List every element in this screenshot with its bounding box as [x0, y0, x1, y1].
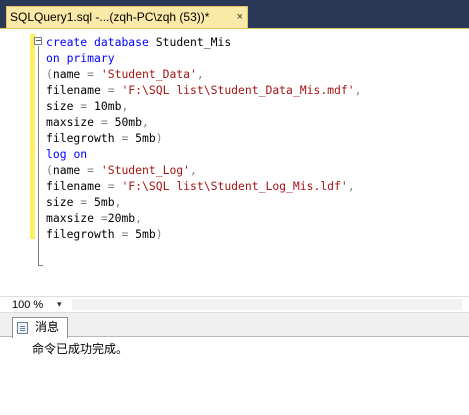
- code-token: filegrowth: [46, 227, 122, 241]
- code-token: ): [155, 131, 163, 145]
- code-token: filegrowth: [46, 131, 122, 145]
- code-token: primary: [66, 51, 115, 65]
- code-token: name: [52, 67, 88, 81]
- code-token: (: [46, 163, 53, 177]
- code-token: filename: [46, 83, 108, 97]
- change-tracking-bar: [30, 34, 35, 239]
- code-line[interactable]: create database Student_Mis: [46, 34, 466, 50]
- code-token: =: [100, 211, 108, 225]
- code-token: 5mb: [128, 131, 156, 145]
- close-icon[interactable]: ×: [237, 7, 243, 28]
- code-token: log: [46, 147, 67, 161]
- code-token: ,: [121, 99, 129, 113]
- code-token: 20mb: [107, 211, 136, 225]
- code-token: 'F:\SQL list\Student_Data_Mis.mdf': [121, 83, 355, 97]
- code-token: =: [107, 83, 115, 97]
- code-token: on: [46, 51, 60, 65]
- tab-sqlquery1[interactable]: SQLQuery1.sql -...(zqh-PC\zqh (53))* ×: [6, 6, 248, 28]
- tab-messages-label: 消息: [35, 320, 60, 334]
- collapse-minus-icon[interactable]: −: [34, 37, 42, 45]
- code-line[interactable]: size = 10mb,: [46, 98, 466, 114]
- code-token: 'F:\SQL list\Student_Log_Mis.ldf': [121, 179, 348, 193]
- code-token: name: [52, 163, 88, 177]
- code-line[interactable]: filegrowth = 5mb): [46, 226, 466, 242]
- zoom-value: 100 %: [12, 299, 44, 311]
- code-text[interactable]: create database Student_Mis on primary (na…: [46, 34, 466, 244]
- code-line[interactable]: size = 5mb,: [46, 194, 466, 210]
- code-token: =: [107, 179, 115, 193]
- results-tabstrip: 消息: [0, 313, 469, 338]
- code-token: Student_Mis: [148, 35, 232, 49]
- tab-title: SQLQuery1.sql -...(zqh-PC\zqh (53))*: [10, 10, 210, 24]
- code-token: 'Student_Data': [100, 67, 197, 81]
- code-line[interactable]: log on: [46, 146, 466, 162]
- code-token: size: [46, 99, 81, 113]
- code-token: ,: [354, 83, 362, 97]
- result-message: 命令已成功完成。: [32, 342, 129, 356]
- code-token: 50mb: [107, 115, 143, 129]
- outline-end: [38, 265, 43, 266]
- code-line[interactable]: filename = 'F:\SQL list\Student_Log_Mis.…: [46, 178, 466, 194]
- vertical-scrollbar[interactable]: [455, 29, 469, 296]
- code-token: ,: [190, 163, 197, 177]
- code-token: create: [46, 35, 88, 49]
- code-token: maxsize: [46, 211, 101, 225]
- code-token: ): [155, 227, 163, 241]
- code-token: 5mb: [128, 227, 156, 241]
- code-line[interactable]: (name = 'Student_Log',: [46, 162, 466, 178]
- tab-messages[interactable]: 消息: [12, 317, 68, 338]
- code-token: size: [46, 195, 81, 209]
- code-line[interactable]: maxsize =20mb,: [46, 210, 466, 226]
- code-line[interactable]: on primary: [46, 50, 466, 66]
- results-pane: 消息 命令已成功完成。: [0, 313, 469, 415]
- code-line[interactable]: maxsize = 50mb,: [46, 114, 466, 130]
- code-line[interactable]: (name = 'Student_Data',: [46, 66, 466, 82]
- code-token: ,: [347, 179, 355, 193]
- code-token: =: [87, 163, 95, 177]
- code-line[interactable]: filegrowth = 5mb): [46, 130, 466, 146]
- code-token: =: [87, 67, 95, 81]
- code-token: 10mb: [87, 99, 122, 113]
- message-list-icon: [17, 322, 28, 334]
- code-token: on: [73, 147, 88, 161]
- document-tabstrip: SQLQuery1.sql -...(zqh-PC\zqh (53))* ×: [0, 0, 469, 28]
- chevron-down-icon[interactable]: ▾: [57, 299, 62, 311]
- code-token: database: [94, 35, 149, 49]
- query-editor[interactable]: − create database Student_Mis on primary(…: [0, 28, 469, 296]
- code-token: filename: [46, 179, 108, 193]
- code-token: ,: [135, 211, 143, 225]
- code-token: (: [46, 67, 53, 81]
- code-token: ,: [196, 67, 204, 81]
- code-token: maxsize: [46, 115, 101, 129]
- code-token: =: [100, 115, 108, 129]
- outline-line: [38, 46, 39, 265]
- horizontal-scrollbar[interactable]: [72, 299, 462, 310]
- code-token: 5mb: [87, 195, 115, 209]
- code-token: ,: [114, 195, 122, 209]
- editor-status-bar: 100 % ▾: [0, 296, 469, 313]
- code-line[interactable]: filename = 'F:\SQL list\Student_Data_Mis…: [46, 82, 466, 98]
- code-token: ,: [142, 115, 149, 129]
- code-token: 'Student_Log': [100, 163, 191, 177]
